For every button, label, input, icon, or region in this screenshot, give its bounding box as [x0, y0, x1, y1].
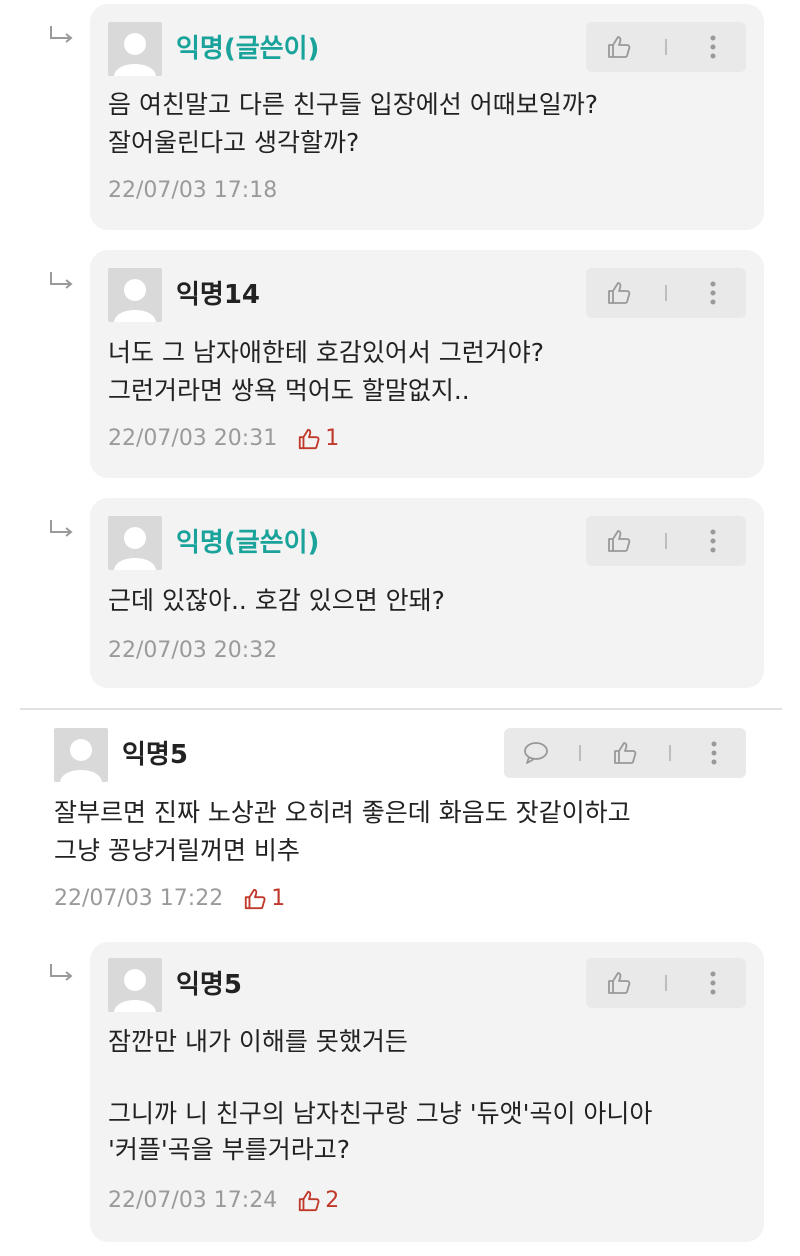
comment-meta: 22/07/03 20:32 — [108, 636, 277, 666]
thumbs-up-icon[interactable] — [605, 733, 645, 773]
timestamp: 22/07/03 17:24 — [108, 1188, 278, 1213]
comment-author[interactable]: 익명(글쓴이) — [176, 34, 319, 64]
reply-card: 익명(글쓴이) 근데 있잖아.. 호감 있으면 안돼? 22/07/03 20:… — [90, 498, 764, 688]
timestamp: 22/07/03 20:31 — [108, 426, 278, 451]
comment-meta: 22/07/03 17:22 1 — [54, 884, 285, 914]
comment-actions — [586, 268, 746, 318]
comment-text: 음 여친말고 다른 친구들 입장에선 어때보일까? 잘어울린다고 생각할까? — [108, 90, 599, 157]
comment-author[interactable]: 익명5 — [122, 740, 188, 770]
reply-arrow-icon — [48, 270, 76, 292]
reply-card: 익명5 잠깐만 내가 이해를 못했거든 그니까 니 친구의 남자친구랑 그냥 '… — [90, 942, 764, 1242]
comment: 익명5 잘부르면 진짜 노상관 오히려 좋은데 화음도 잣같이하고 그냥 꽁냥거… — [0, 712, 800, 922]
avatar[interactable] — [54, 728, 108, 782]
like-count-value: 2 — [325, 1188, 340, 1213]
like-count-value: 1 — [325, 426, 340, 451]
comment-divider — [20, 708, 782, 710]
reply-arrow-icon — [48, 24, 76, 46]
like-count: 2 — [297, 1186, 339, 1216]
thumbs-up-icon[interactable] — [599, 521, 639, 561]
like-count: 1 — [243, 884, 285, 914]
thumbs-up-icon — [299, 1190, 320, 1212]
comment-meta: 22/07/03 17:24 2 — [108, 1186, 339, 1216]
comment-meta: 22/07/03 17:18 — [108, 176, 277, 206]
reply-card: 익명14 너도 그 남자애한테 호감있어서 그런거야? 그런거라면 쌍욕 먹어도… — [90, 250, 764, 478]
comment-text: 잠깐만 내가 이해를 못했거든 그니까 니 친구의 남자친구랑 그냥 '듀앳'곡… — [108, 1027, 653, 1164]
more-vertical-icon[interactable] — [694, 733, 734, 773]
reply-arrow-icon — [48, 962, 76, 984]
comment-author[interactable]: 익명(글쓴이) — [176, 528, 319, 558]
thumbs-up-icon[interactable] — [599, 27, 639, 67]
more-vertical-icon[interactable] — [693, 963, 733, 1003]
reply-arrow-icon — [48, 518, 76, 540]
comment-actions — [586, 958, 746, 1008]
comment-bubble-icon[interactable] — [516, 733, 556, 773]
comment-meta: 22/07/03 20:31 1 — [108, 424, 339, 454]
more-vertical-icon[interactable] — [693, 273, 733, 313]
like-count: 1 — [297, 424, 339, 454]
thumbs-up-icon[interactable] — [599, 273, 639, 313]
more-vertical-icon[interactable] — [693, 521, 733, 561]
comment-actions — [586, 22, 746, 72]
comment-text: 잘부르면 진짜 노상관 오히려 좋은데 화음도 잣같이하고 그냥 꽁냥거릴꺼면 … — [54, 798, 631, 865]
comment-text: 너도 그 남자애한테 호감있어서 그런거야? 그런거라면 쌍욕 먹어도 할말없지… — [108, 338, 545, 405]
comment-text: 근데 있잖아.. 호감 있으면 안돼? — [108, 586, 445, 615]
thumbs-up-icon — [299, 428, 320, 450]
timestamp: 22/07/03 17:18 — [108, 178, 278, 203]
comment-actions — [586, 516, 746, 566]
like-count-value: 1 — [271, 886, 286, 911]
timestamp: 22/07/03 20:32 — [108, 638, 278, 663]
timestamp: 22/07/03 17:22 — [54, 886, 224, 911]
avatar[interactable] — [108, 268, 162, 322]
thumbs-up-icon[interactable] — [599, 963, 639, 1003]
more-vertical-icon[interactable] — [693, 27, 733, 67]
thumbs-up-icon — [245, 888, 266, 910]
comment-author[interactable]: 익명14 — [176, 280, 260, 310]
avatar[interactable] — [108, 958, 162, 1012]
avatar[interactable] — [108, 22, 162, 76]
reply-card: 익명(글쓴이) 음 여친말고 다른 친구들 입장에선 어때보일까? 잘어울린다고… — [90, 4, 764, 230]
comment-actions — [504, 728, 746, 778]
comment-author[interactable]: 익명5 — [176, 970, 242, 1000]
avatar[interactable] — [108, 516, 162, 570]
